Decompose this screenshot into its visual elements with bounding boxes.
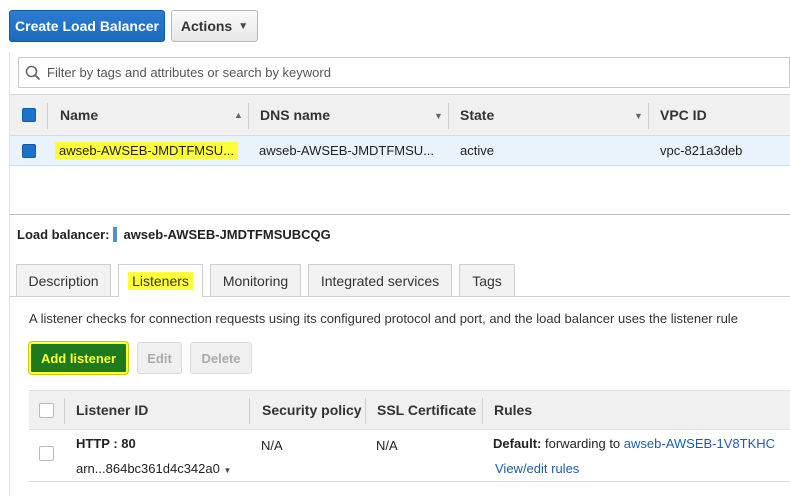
listener-ssl-certificate: N/A (376, 438, 398, 453)
listener-security-policy: N/A (261, 438, 283, 453)
row-dns-name: awseb-AWSEB-JMDTFMSU... (259, 143, 435, 158)
chevron-down-icon: ▼ (238, 20, 249, 32)
listener-table-header: Listener ID Security policy SSL Certific… (29, 390, 790, 430)
listener-arn-text: arn...864bc361d4c342a0 (76, 461, 220, 476)
column-header-rules[interactable]: Rules (494, 391, 532, 429)
checkbox-checked-icon (22, 108, 36, 122)
column-header-dns-name[interactable]: DNS name (260, 95, 330, 135)
add-listener-button[interactable]: Add listener (29, 342, 128, 374)
checkbox-empty-icon (39, 446, 54, 461)
checkbox-empty-icon (39, 402, 54, 418)
delete-button[interactable]: Delete (190, 342, 252, 374)
row-name: awseb-AWSEB-JMDTFMSU... (55, 142, 239, 159)
listener-row[interactable]: HTTP : 80 arn...864bc361d4c342a0 ▼ N/A N… (29, 430, 790, 482)
view-edit-rules-link[interactable]: View/edit rules (495, 461, 579, 476)
sort-menu-icon[interactable]: ▼ (434, 111, 443, 121)
panel-divider[interactable] (10, 214, 790, 215)
column-header-vpc-id[interactable]: VPC ID (660, 95, 707, 135)
row-state: active (460, 143, 494, 158)
table-row[interactable]: awseb-AWSEB-JMDTFMSU... awseb-AWSEB-JMDT… (10, 136, 790, 166)
tab-listeners[interactable]: Listeners (118, 264, 203, 297)
listener-row-checkbox[interactable] (39, 446, 54, 461)
filter-bar[interactable]: Filter by tags and attributes or search … (18, 57, 790, 88)
sort-menu-icon[interactable]: ▼ (634, 111, 643, 121)
chevron-down-icon[interactable]: ▼ (223, 466, 231, 475)
edit-button[interactable]: Edit (137, 342, 182, 374)
load-balancer-label-prefix: Load balancer: (17, 227, 110, 242)
listener-id: HTTP : 80 (76, 436, 136, 451)
tab-listeners-label: Listeners (128, 272, 193, 290)
listener-select-all-checkbox[interactable] (39, 391, 54, 429)
column-header-state[interactable]: State (460, 95, 494, 135)
listener-rules: Default: forwarding to awseb-AWSEB-1V8TK… (493, 436, 775, 451)
rule-default-label: Default: (493, 436, 542, 451)
listeners-description: A listener checks for connection request… (29, 311, 738, 326)
select-all-checkbox[interactable] (22, 95, 36, 135)
tab-monitoring[interactable]: Monitoring (210, 264, 301, 296)
column-header-listener-id[interactable]: Listener ID (76, 391, 148, 429)
search-icon (19, 65, 47, 81)
load-balancer-name: awseb-AWSEB-JMDTFMSUBCQG (123, 227, 331, 242)
actions-label: Actions (180, 18, 233, 34)
listener-arn[interactable]: arn...864bc361d4c342a0 ▼ (76, 461, 231, 476)
tab-description[interactable]: Description (16, 264, 111, 296)
search-input[interactable]: Filter by tags and attributes or search … (47, 65, 331, 80)
rule-target-link[interactable]: awseb-AWSEB-1V8TKHC (624, 436, 775, 451)
column-header-ssl-certificate[interactable]: SSL Certificate (377, 391, 476, 429)
create-load-balancer-button[interactable]: Create Load Balancer (9, 10, 165, 42)
row-checkbox[interactable] (22, 136, 36, 165)
row-vpc-id: vpc-821a3deb (660, 143, 743, 158)
sort-ascending-icon[interactable]: ▲ (234, 110, 243, 120)
tab-integrated-services[interactable]: Integrated services (308, 264, 452, 296)
rule-text: forwarding to (545, 436, 621, 451)
actions-button[interactable]: Actions ▼ (171, 10, 258, 42)
load-balancer-table-header: Name ▲ DNS name ▼ State ▼ VPC ID (10, 94, 790, 136)
checkbox-checked-icon (22, 143, 36, 158)
selected-load-balancer-label: Load balancer: awseb-AWSEB-JMDTFMSUBCQG (17, 227, 331, 242)
tab-tags[interactable]: Tags (459, 264, 515, 296)
column-header-security-policy[interactable]: Security policy (262, 391, 362, 429)
column-header-name[interactable]: Name (60, 95, 98, 135)
row-name-cell: awseb-AWSEB-JMDTFMSU... (55, 136, 239, 165)
color-bar-icon (113, 227, 118, 242)
